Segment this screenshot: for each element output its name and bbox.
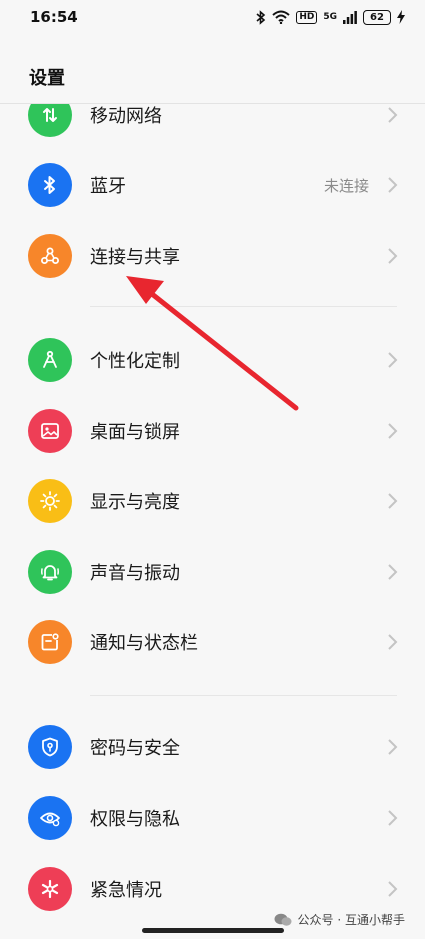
watermark: 公众号 · 互通小帮手 (274, 911, 405, 928)
annotation-arrow (126, 276, 299, 411)
watermark-text: 公众号 · 互通小帮手 (297, 913, 405, 927)
home-indicator[interactable] (142, 928, 284, 933)
wechat-icon (274, 913, 292, 926)
